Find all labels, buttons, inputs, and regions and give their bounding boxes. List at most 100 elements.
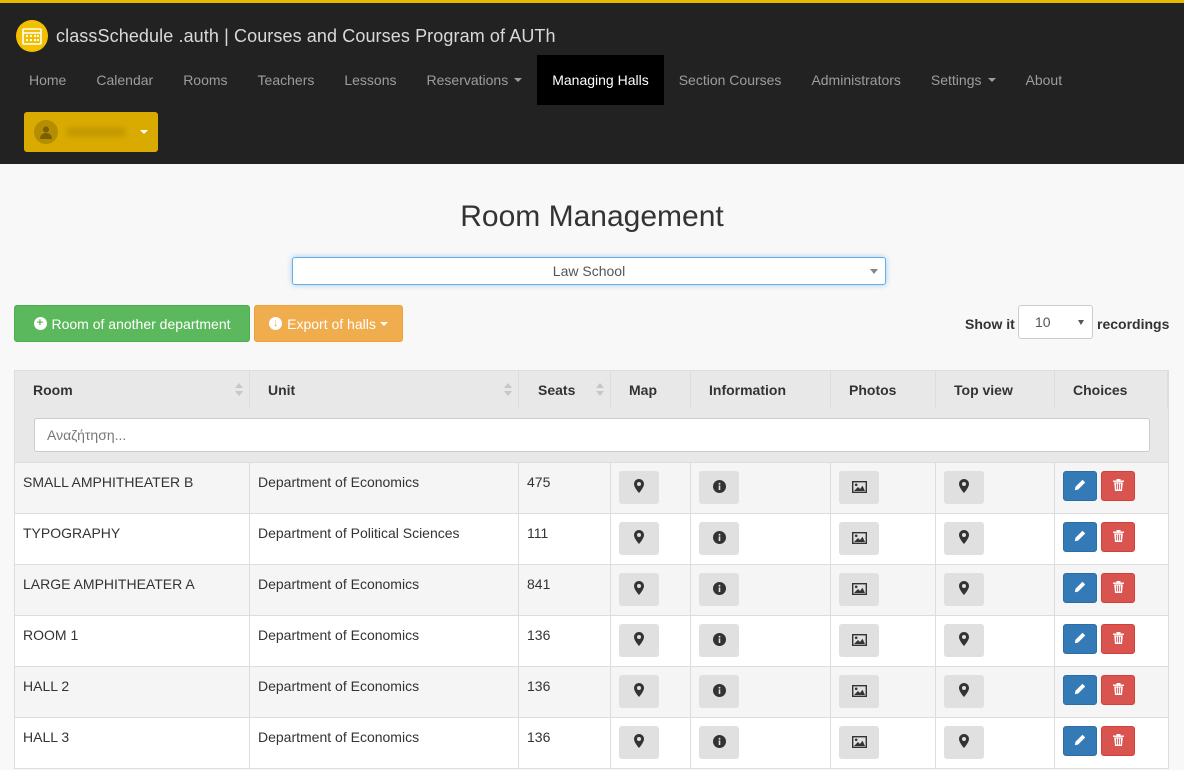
cell-information	[691, 667, 831, 717]
cell-top-view	[936, 667, 1055, 717]
cell-top-view	[936, 718, 1055, 768]
info-icon	[712, 683, 726, 700]
info-icon	[712, 581, 726, 598]
information-button[interactable]	[699, 624, 739, 657]
nav-calendar-label: Calendar	[96, 72, 154, 88]
delete-button[interactable]	[1101, 522, 1135, 552]
top-view-button[interactable]	[944, 522, 984, 555]
col-header-map: Map	[611, 371, 691, 409]
brand[interactable]: classSchedule .auth | Courses and Course…	[16, 19, 556, 53]
picture-icon	[851, 735, 867, 751]
information-button[interactable]	[699, 522, 739, 555]
map-button[interactable]	[619, 624, 659, 657]
nav-rooms[interactable]: Rooms	[168, 55, 242, 105]
records-per-page-value: 10	[1035, 314, 1051, 330]
cell-room: HALL 3	[15, 718, 250, 768]
cell-map	[611, 616, 691, 666]
nav-managing-halls[interactable]: Managing Halls	[537, 55, 664, 105]
col-header-seats[interactable]: Seats	[519, 371, 611, 409]
map-button[interactable]	[619, 726, 659, 759]
export-halls-button[interactable]: ↓ Export of halls	[254, 305, 403, 342]
col-header-room-label: Room	[33, 382, 73, 398]
map-button[interactable]	[619, 573, 659, 606]
picture-icon	[851, 480, 867, 496]
nav-reservations-label: Reservations	[426, 72, 509, 88]
cell-photos	[831, 718, 936, 768]
map-button[interactable]	[619, 675, 659, 708]
table-search-input[interactable]	[34, 418, 1150, 452]
edit-button[interactable]	[1063, 522, 1097, 552]
edit-button[interactable]	[1063, 624, 1097, 654]
delete-button[interactable]	[1101, 471, 1135, 501]
delete-button[interactable]	[1101, 726, 1135, 756]
top-view-button[interactable]	[944, 675, 984, 708]
top-navbar: classSchedule .auth | Courses and Course…	[0, 0, 1184, 164]
cell-unit: Department of Political Sciences	[250, 514, 519, 564]
nav-rooms-label: Rooms	[183, 72, 228, 88]
caret-down-icon	[379, 321, 388, 326]
information-button[interactable]	[699, 726, 739, 759]
picture-icon	[851, 684, 867, 700]
trash-icon	[1112, 580, 1124, 596]
department-select[interactable]: Law School	[292, 257, 886, 285]
photos-button[interactable]	[839, 675, 879, 708]
cell-room: TYPOGRAPHY	[15, 514, 250, 564]
top-view-button[interactable]	[944, 726, 984, 759]
cell-choices	[1055, 616, 1168, 666]
nav-lessons[interactable]: Lessons	[329, 55, 411, 105]
photos-button[interactable]	[839, 726, 879, 759]
col-header-unit[interactable]: Unit	[250, 371, 519, 409]
col-header-room[interactable]: Room	[15, 371, 250, 409]
delete-button[interactable]	[1101, 624, 1135, 654]
photos-button[interactable]	[839, 522, 879, 555]
photos-button[interactable]	[839, 471, 879, 504]
edit-button[interactable]	[1063, 726, 1097, 756]
cell-map	[611, 514, 691, 564]
photos-button[interactable]	[839, 624, 879, 657]
nav-about[interactable]: About	[1011, 55, 1078, 105]
nav-settings[interactable]: Settings	[916, 55, 1011, 105]
pencil-icon	[1074, 580, 1086, 596]
nav-teachers[interactable]: Teachers	[243, 55, 330, 105]
nav-calendar[interactable]: Calendar	[81, 55, 168, 105]
cell-seats: 111	[519, 514, 611, 564]
map-button[interactable]	[619, 471, 659, 504]
cell-room: LARGE AMPHITHEATER A	[15, 565, 250, 615]
nav-section-courses[interactable]: Section Courses	[664, 55, 797, 105]
edit-button[interactable]	[1063, 573, 1097, 603]
top-view-button[interactable]	[944, 471, 984, 504]
top-view-button[interactable]	[944, 573, 984, 606]
map-button[interactable]	[619, 522, 659, 555]
map-marker-icon	[634, 479, 644, 496]
caret-down-icon	[987, 78, 996, 82]
delete-button[interactable]	[1101, 675, 1135, 705]
info-icon	[712, 479, 726, 496]
select-arrow-icon	[1078, 320, 1084, 325]
records-per-page-select[interactable]: 10	[1018, 305, 1093, 339]
user-avatar-icon	[34, 120, 58, 144]
cell-information	[691, 463, 831, 513]
length-show-label: Show it	[965, 316, 1015, 332]
add-room-other-department-button[interactable]: + Room of another department	[14, 305, 250, 342]
cell-map	[611, 718, 691, 768]
edit-button[interactable]	[1063, 675, 1097, 705]
information-button[interactable]	[699, 573, 739, 606]
information-button[interactable]	[699, 675, 739, 708]
info-icon	[712, 530, 726, 547]
edit-button[interactable]	[1063, 471, 1097, 501]
cell-room: ROOM 1	[15, 616, 250, 666]
delete-button[interactable]	[1101, 573, 1135, 603]
top-view-button[interactable]	[944, 624, 984, 657]
nav-home[interactable]: Home	[14, 55, 81, 105]
user-name: ptrofessor	[66, 127, 126, 137]
map-marker-icon	[959, 479, 969, 496]
main-nav: Home Calendar Rooms Teachers Lessons Res…	[14, 55, 1077, 105]
map-marker-icon	[634, 530, 644, 547]
nav-administrators[interactable]: Administrators	[796, 55, 915, 105]
col-header-seats-label: Seats	[538, 382, 576, 398]
cell-choices	[1055, 463, 1168, 513]
user-menu-button[interactable]: ptrofessor	[24, 112, 158, 152]
information-button[interactable]	[699, 471, 739, 504]
photos-button[interactable]	[839, 573, 879, 606]
nav-reservations[interactable]: Reservations	[412, 55, 538, 105]
